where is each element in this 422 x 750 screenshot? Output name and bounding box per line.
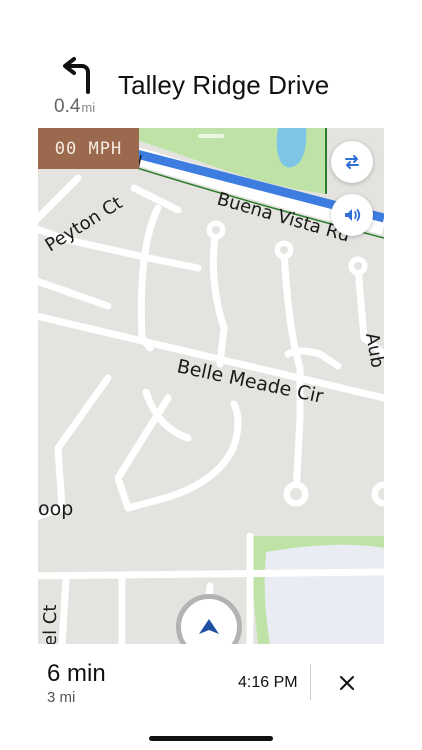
navigation-arrow-icon	[199, 619, 219, 634]
sound-button[interactable]	[331, 194, 373, 236]
map-label-loop: oop	[38, 498, 73, 520]
remaining-distance: 3 mi	[47, 689, 76, 706]
divider	[310, 664, 311, 700]
volume-icon	[345, 209, 361, 221]
route-options-button[interactable]	[331, 141, 373, 183]
drag-handle[interactable]	[198, 134, 224, 138]
turn-distance-value: 0.4	[54, 96, 81, 117]
route-options-icon	[345, 155, 359, 169]
turn-left-icon	[63, 57, 90, 94]
end-navigation-button[interactable]	[332, 668, 362, 698]
home-indicator[interactable]	[149, 736, 273, 741]
eta-duration: 6 min	[47, 660, 106, 687]
map-label-el-ct: el Ct	[40, 605, 61, 644]
turn-distance: 0.4mi	[54, 96, 95, 118]
navigation-header: 0.4mi Talley Ridge Drive	[0, 0, 422, 128]
turn-distance-unit: mi	[81, 100, 96, 115]
next-street-name: Talley Ridge Drive	[118, 70, 330, 100]
arrival-time: 4:16 PM	[238, 674, 298, 691]
map-view[interactable]: d Buena Vista Rd Peyton Ct Belle Meade C…	[38, 128, 384, 644]
speed-readout: 00 MPH	[38, 128, 139, 169]
map-label-aub: Aub	[361, 331, 384, 369]
road-network	[38, 174, 384, 644]
pond	[264, 544, 384, 644]
trip-summary-bar: 6 min 3 mi 4:16 PM	[0, 644, 422, 750]
close-icon	[340, 676, 354, 690]
